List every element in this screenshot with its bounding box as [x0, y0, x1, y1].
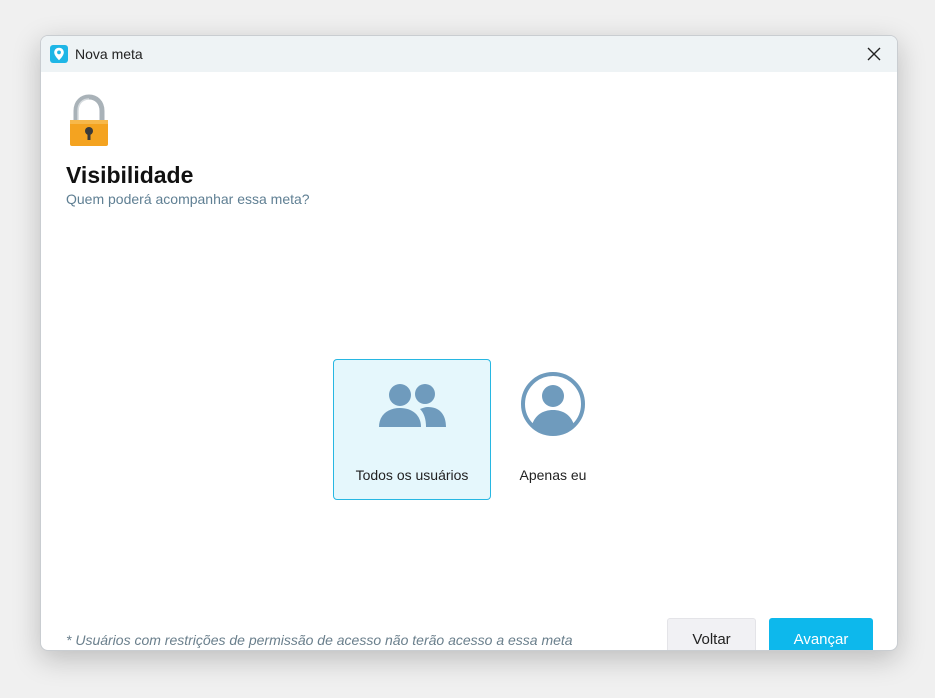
window-title: Nova meta — [75, 46, 143, 62]
group-icon — [379, 384, 446, 427]
lock-icon — [70, 94, 108, 146]
map-pin-icon — [50, 45, 68, 63]
next-button[interactable]: Avançar — [769, 618, 873, 650]
title-bar: Nova meta — [41, 36, 897, 72]
option-only-me[interactable]: Apenas eu — [474, 359, 632, 500]
close-button[interactable] — [859, 40, 889, 68]
dialog-window: Nova meta Visibilidade Quem poderá acomp… — [40, 35, 898, 651]
option-all-users[interactable]: Todos os usuários — [333, 359, 491, 500]
user-circle-icon — [521, 372, 585, 436]
page-subtitle: Quem poderá acompanhar essa meta? — [66, 191, 310, 207]
back-button[interactable]: Voltar — [667, 618, 756, 650]
option-all-users-label: Todos os usuários — [355, 467, 469, 483]
dialog-content: Visibilidade Quem poderá acompanhar essa… — [41, 72, 897, 650]
option-only-me-label: Apenas eu — [519, 467, 587, 483]
close-icon — [867, 47, 881, 61]
page-title: Visibilidade — [66, 162, 194, 188]
permission-footnote: * Usuários com restrições de permissão d… — [66, 632, 573, 648]
